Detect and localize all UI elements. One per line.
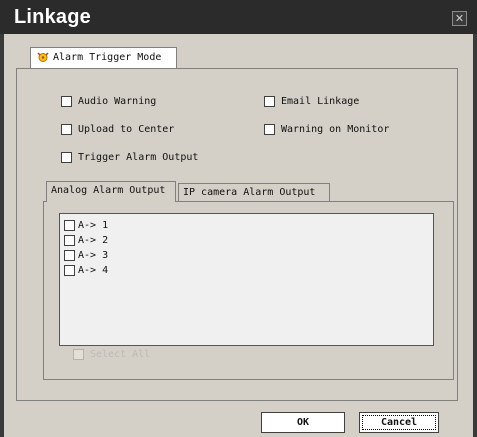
alarm-output-list[interactable]: A-> 1 A-> 2 A-> 3 A-> 4 [59, 213, 434, 346]
list-item[interactable]: A-> 2 [64, 235, 108, 247]
trigger-alarm-output-checkbox[interactable]: Trigger Alarm Output [61, 152, 198, 164]
checkbox-box[interactable] [64, 265, 75, 276]
title-bar[interactable]: Linkage ✕ [0, 0, 477, 34]
checkbox-label: Audio Warning [78, 96, 157, 107]
checkbox-label: Email Linkage [281, 96, 360, 107]
checkbox-box[interactable] [64, 235, 75, 246]
window-title: Linkage [14, 6, 91, 28]
checkbox-box[interactable] [61, 124, 72, 135]
list-item[interactable]: A-> 1 [64, 220, 108, 232]
checkbox-label: Upload to Center [78, 124, 175, 135]
window-border-right [473, 34, 477, 437]
output-label: A-> 2 [78, 235, 109, 246]
email-linkage-checkbox[interactable]: Email Linkage [264, 96, 359, 108]
select-all-label: Select All [90, 349, 151, 360]
checkbox-box[interactable] [64, 250, 75, 261]
checkbox-box[interactable] [264, 124, 275, 135]
audio-warning-checkbox[interactable]: Audio Warning [61, 96, 156, 108]
alarm-bell-icon [37, 52, 49, 62]
window-border-left [0, 34, 4, 437]
linkage-dialog: Linkage ✕ Alarm Trigger Mode Audio Warni… [0, 0, 477, 437]
checkbox-box[interactable] [64, 220, 75, 231]
select-all-checkbox: Select All [73, 349, 150, 361]
tab-label: Alarm Trigger Mode [53, 52, 162, 63]
checkbox-label: Trigger Alarm Output [78, 152, 199, 163]
tab-analog-alarm-output[interactable]: Analog Alarm Output [46, 181, 176, 202]
ok-button[interactable]: OK [261, 412, 345, 433]
tab-alarm-trigger-mode[interactable]: Alarm Trigger Mode [30, 47, 177, 69]
close-icon[interactable]: ✕ [452, 11, 467, 26]
warning-on-monitor-checkbox[interactable]: Warning on Monitor [264, 124, 389, 136]
output-label: A-> 4 [78, 265, 109, 276]
upload-to-center-checkbox[interactable]: Upload to Center [61, 124, 174, 136]
checkbox-box[interactable] [264, 96, 275, 107]
checkbox-box[interactable] [61, 96, 72, 107]
output-label: A-> 1 [78, 220, 109, 231]
list-item[interactable]: A-> 4 [64, 265, 108, 277]
list-item[interactable]: A-> 3 [64, 250, 108, 262]
cancel-button[interactable]: Cancel [359, 412, 439, 433]
tab-ip-camera-alarm-output[interactable]: IP camera Alarm Output [178, 183, 330, 201]
checkbox-box[interactable] [61, 152, 72, 163]
checkbox-label: Warning on Monitor [281, 124, 390, 135]
checkbox-box [73, 349, 84, 360]
output-label: A-> 3 [78, 250, 109, 261]
